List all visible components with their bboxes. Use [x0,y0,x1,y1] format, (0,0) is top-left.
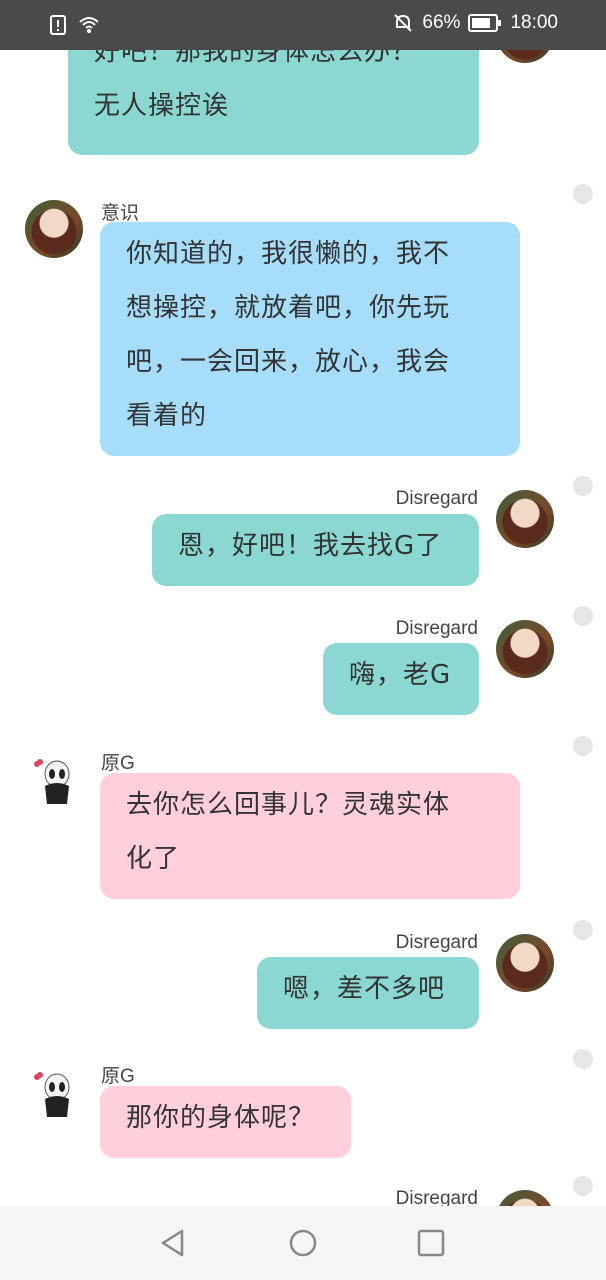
sender-name: Disregard [395,488,478,509]
message-bubble[interactable]: 恩，好吧！我去找G了 [152,514,479,586]
sender-name: 原G [101,753,135,774]
status-right: 66% 18:00 [392,12,558,34]
message-bubble[interactable]: 你知道的，我很懒的，我不 想操控，就放着吧，你先玩 吧，一会回来，放心，我会 看着的 [100,222,520,456]
mute-bell-icon [394,14,413,32]
battery-percent: 66% [422,12,461,33]
message-bubble[interactable]: 嗨，老G [323,643,479,715]
select-radio-icon[interactable] [573,920,593,940]
sender-name: Disregard [395,1188,478,1206]
sender-name: 原G [101,1066,135,1087]
select-radio-icon[interactable] [573,1176,593,1196]
message-text-line: 你知道的，我很懒的，我不 [126,239,451,269]
avatar[interactable] [25,750,83,808]
battery-icon [468,14,502,32]
message-text-line: 嗨，老G [349,660,452,690]
select-radio-icon[interactable] [573,476,593,496]
avatar[interactable] [496,1190,554,1206]
message-text-line: 好吧！那我的身体怎么办？ [94,50,419,67]
message-text-line: 去你怎么回事儿？灵魂实体 [126,790,451,820]
message-bubble[interactable]: 那你的身体呢？ [100,1086,351,1158]
sender-name: 意识 [101,203,140,224]
back-triangle-icon[interactable] [158,1228,188,1258]
avatar[interactable] [496,934,554,992]
message-text-line: 那你的身体呢？ [126,1103,316,1133]
alert-icon [50,15,66,35]
select-radio-icon[interactable] [573,1049,593,1069]
message-bubble[interactable]: 去你怎么回事儿？灵魂实体 化了 [100,773,520,899]
message-text-line: 无人操控诶 [94,91,230,121]
message-text-line: 吧，一会回来，放心，我会 [126,347,451,377]
wifi-icon [79,17,99,33]
message-text-line: 嗯，差不多吧 [283,974,446,1004]
select-radio-icon[interactable] [573,736,593,756]
avatar[interactable] [496,490,554,548]
navigation-bar [0,1206,606,1280]
select-radio-icon[interactable] [573,184,593,204]
message-text-line: 化了 [126,844,181,874]
message-text-line: 恩，好吧！我去找G了 [178,531,443,561]
message-bubble[interactable]: 好吧！那我的身体怎么办？ 无人操控诶 [68,50,479,155]
avatar[interactable] [25,200,83,258]
recents-square-icon[interactable] [416,1228,446,1258]
sender-name: Disregard [395,618,478,639]
clock: 18:00 [510,12,558,33]
avatar[interactable] [25,1063,83,1121]
status-bar: 66% 18:00 [0,0,606,50]
message-text-line: 想操控，就放着吧，你先玩 [126,293,451,323]
sender-name: Disregard [395,932,478,953]
avatar[interactable] [496,620,554,678]
home-circle-icon[interactable] [288,1228,318,1258]
avatar[interactable] [496,50,554,63]
select-radio-icon[interactable] [573,606,593,626]
message-text-line: 看着的 [126,401,208,431]
message-bubble[interactable]: 嗯，差不多吧 [257,957,479,1029]
chat-message-list[interactable]: 好吧！那我的身体怎么办？ 无人操控诶 意识 你知道的，我很懒的，我不 想操控，就放着吧，… [0,50,606,1206]
status-left-icons [48,14,100,36]
